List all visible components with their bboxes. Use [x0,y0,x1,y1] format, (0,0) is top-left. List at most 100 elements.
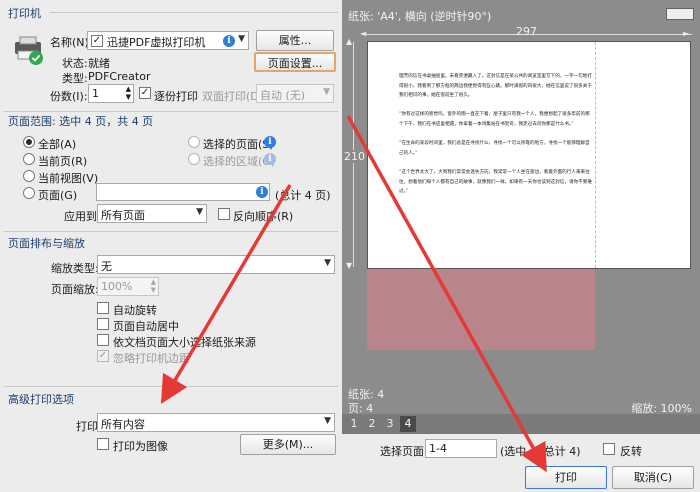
page-tab-1[interactable]: 1 [346,416,362,432]
print-as-image-checkbox[interactable] [97,438,109,450]
info-icon: i [264,153,276,165]
ruler-arrow-right-icon: ► [683,29,690,38]
type-value: PDFCreator [88,70,151,83]
width-label: 297 [516,25,537,38]
copies-label: 份数(I): [50,90,88,103]
divider [4,231,338,232]
ignore-margins-checkbox: ✓ [97,350,109,362]
status-label: 状态: [62,57,88,70]
duplex-value: 自动 (无) [260,89,306,102]
select-pages-label: 选择页面: [380,445,428,458]
divider [4,111,338,112]
range-current-view-label: 当前视图(V) [38,172,99,185]
document-text: 理芳的信在书桌抽屉里。未看完便藏入了。这封信是在某公共的阅览室里写下的，一字一句… [399,74,592,195]
print-content-label: 打印 [76,420,98,433]
auto-rotate-label: 自动旋转 [113,304,157,317]
choose-paper-source-label: 依文档页面大小选择纸张来源 [113,336,256,349]
scale-type-label: 缩放类型: [51,262,99,275]
status-value: 就绪 [88,57,110,70]
range-pages-label: 页面(G) [38,189,78,202]
range-all-radio[interactable] [23,136,35,148]
chevron-down-icon: ▼ [196,207,203,217]
preview-page: 理芳的信在书桌抽屉里。未看完便藏入了。这封信是在某公共的阅览室里写下的，一字一句… [367,41,691,269]
range-selected-pages-label: 选择的页面(S) [203,138,274,151]
properties-button[interactable]: 属性... [256,30,334,51]
info-icon[interactable]: i [223,35,235,47]
ruler-arrow-left-icon: ◄ [360,29,367,38]
page-tab-4[interactable]: 4 [400,416,416,432]
page-setup-button[interactable]: 页面设置... [254,52,336,72]
apply-to-label: 应用到: [64,210,101,223]
stepper-arrows-icon: ▲ ▼ [150,278,156,294]
auto-center-checkbox[interactable] [97,318,109,330]
divider [50,12,338,13]
printer-name-select[interactable]: ✓ 迅捷PDF虚拟打印机 i ▼ [87,31,249,50]
chevron-down-icon: ▼ [238,34,245,44]
reverse-order-label: 反向顺序(R) [233,210,294,223]
auto-rotate-checkbox[interactable] [97,302,109,314]
selected-count-text: (选中 4, 总计 4) [500,445,581,458]
chevron-down-icon: ▼ [324,258,331,268]
height-label: 210 [344,150,365,163]
select-pages-input[interactable]: 1-4 [425,439,497,458]
chevron-down-icon: ▼ [323,87,330,97]
range-all-label: 全部(A) [38,138,77,151]
print-button[interactable]: 打印 [525,466,607,489]
collate-label: 逐份打印 [154,90,198,103]
page-tabs: 1 2 3 4 [342,414,700,434]
copies-value: 1 [92,87,99,100]
more-button[interactable]: 更多(M)... [240,434,336,455]
range-current-radio[interactable] [23,153,35,165]
print-content-select[interactable]: 所有内容 ▼ [97,413,335,432]
stepper-arrows-icon[interactable]: ▲ ▼ [126,85,131,101]
zoom-input[interactable]: 100% ▲ ▼ [97,277,159,296]
copies-stepper[interactable]: 1 ▲ ▼ [88,84,134,103]
ignore-margins-label: 忽略打印机边距 [113,352,190,365]
chevron-down-icon: ▼ [324,416,331,426]
page-tab-2[interactable]: 2 [364,416,380,432]
page-fold-line [595,42,596,268]
preview-pane: 纸张: 'A4', 横向 (逆时针90°) ◄ ► 297 ▲ ▼ 210 理芳… [342,0,700,434]
select-pages-value: 1-4 [429,442,447,455]
collate-checkbox[interactable]: ✓ [139,87,151,99]
layout-section-title: 页面排布与缩放 [8,237,85,250]
apply-to-select[interactable]: 所有页面 ▼ [97,204,207,223]
reverse-order-checkbox[interactable] [218,208,230,220]
ruler-arrow-up-icon: ▲ [346,37,353,46]
duplex-select[interactable]: 自动 (无) ▼ [256,84,334,103]
total-pages-text: (总计 4 页) [275,189,331,202]
range-selected-area-radio[interactable] [188,153,200,165]
type-label: 类型: [62,72,88,85]
advanced-section-title: 高级打印选项 [8,393,74,406]
auto-center-label: 页面自动居中 [113,320,179,333]
page-tab-3[interactable]: 3 [382,416,398,432]
range-current-label: 当前页(R) [38,155,88,168]
ruler-arrow-down-icon: ▼ [346,261,353,270]
divider [4,386,338,387]
info-icon[interactable]: i [264,136,276,148]
reverse-label: 反转 [620,445,642,458]
printer-icon [12,36,46,66]
range-current-view-radio[interactable] [23,170,35,182]
info-icon[interactable]: i [256,186,268,198]
print-as-image-label: 打印为图像 [113,440,168,453]
range-selected-pages-radio[interactable] [188,136,200,148]
print-content-value: 所有内容 [101,418,145,431]
range-pages-radio[interactable] [23,187,35,199]
reverse-checkbox[interactable] [603,443,615,455]
maximize-preview-button[interactable] [666,8,694,20]
paper-info: 纸张: 'A4', 横向 (逆时针90°) [348,10,492,23]
cancel-button[interactable]: 取消(C) [612,466,694,489]
range-section-title: 页面范围: 选中 4 页，共 4 页 [8,115,154,128]
scale-type-select[interactable]: 无 ▼ [97,255,335,274]
margin-overlay [367,268,595,350]
scale-type-value: 无 [101,260,112,273]
choose-paper-source-checkbox[interactable] [97,334,109,346]
page-range-input[interactable]: i [96,183,270,201]
zoom-label: 页面缩放: [51,283,99,296]
apply-to-value: 所有页面 [101,209,145,222]
left-pane: 打印机 名称(N): ✓ 迅捷PDF虚拟打印机 i ▼ 属性... 状态: 就绪… [0,0,342,460]
printer-section-title: 打印机 [8,7,41,20]
zoom-value: 100% [101,280,133,293]
printer-name-value: 迅捷PDF虚拟打印机 [107,36,206,49]
